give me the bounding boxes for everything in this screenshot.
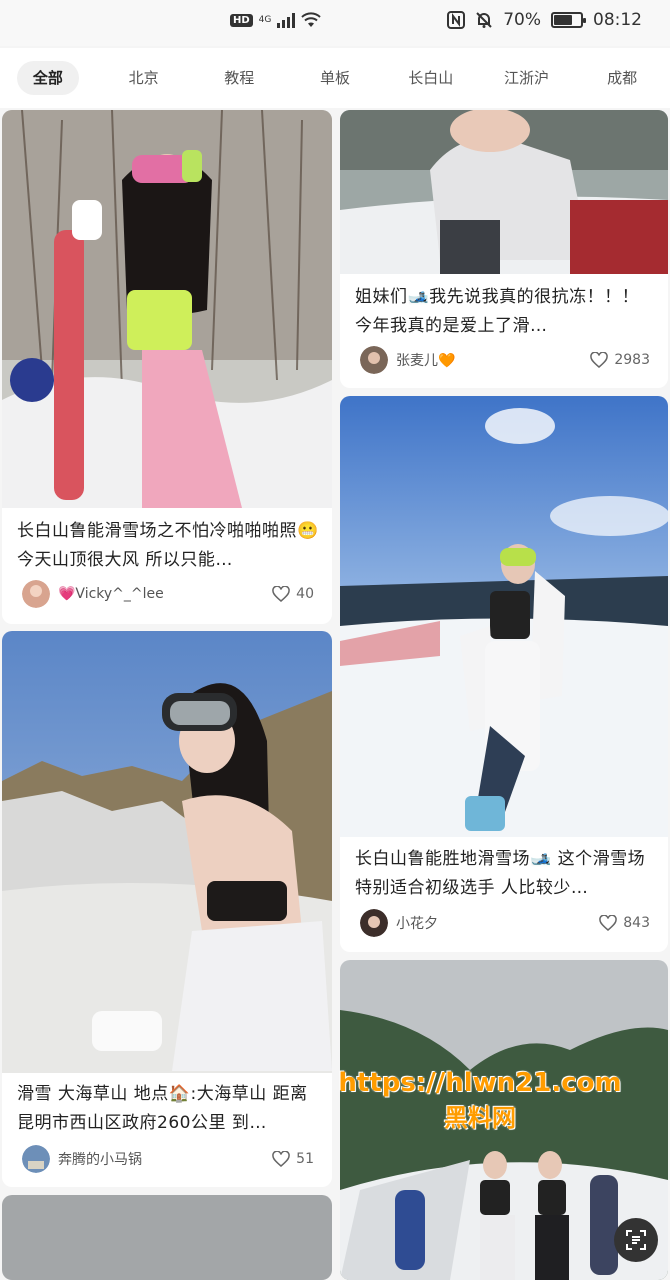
avatar — [22, 580, 50, 608]
tab-chengdu[interactable]: 成都 — [574, 58, 670, 98]
watermark-url: https://hlwn21.com — [338, 1068, 622, 1098]
battery-percent: 70% — [503, 10, 541, 30]
avatar — [360, 346, 388, 374]
tab-changbaishan[interactable]: 长白山 — [383, 58, 479, 98]
post-title: 长白山鲁能滑雪场之不怕冷啪啪啪照😬 今天山顶很大风 所以只能… — [17, 521, 319, 570]
scan-button[interactable] — [614, 1218, 658, 1262]
tab-jiangzhehu[interactable]: 江浙沪 — [479, 58, 575, 98]
post-title: 滑雪 大海草山 地点🏠:大海草山 距离昆明市西山区政府260公里 到… — [17, 1084, 308, 1133]
feed-card[interactable]: 长白山鲁能胜地滑雪场🎿 这个滑雪场特别适合初级选手 人比较少… 小花夕 843 — [340, 396, 668, 952]
post-meta: 💗Vicky^_^lee 40 — [22, 579, 314, 609]
post-image — [2, 1195, 332, 1280]
heart-icon — [272, 586, 290, 602]
like-count: 843 — [623, 915, 650, 931]
mute-bell-icon — [476, 12, 492, 28]
heart-icon — [272, 1151, 290, 1167]
like-button[interactable]: 843 — [599, 915, 650, 931]
post-image — [340, 110, 668, 274]
scan-icon — [626, 1230, 646, 1250]
tab-label: 全部 — [16, 61, 79, 95]
heart-icon — [590, 352, 609, 368]
author-name: 奔腾的小马锅 — [58, 1152, 142, 1168]
tab-label: 长白山 — [408, 69, 454, 87]
tab-label: 北京 — [128, 69, 159, 87]
status-left: HD 4G — [230, 12, 322, 28]
watermark-name: 黑料网 — [444, 1104, 516, 1132]
network-label: 4G — [258, 15, 272, 25]
like-count: 51 — [296, 1151, 314, 1167]
hd-badge: HD — [230, 13, 253, 27]
nfc-icon — [447, 11, 466, 29]
tab-snowboard[interactable]: 单板 — [287, 58, 383, 98]
wifi-icon — [301, 12, 322, 27]
tab-label: 教程 — [224, 69, 255, 87]
post-title: 长白山鲁能胜地滑雪场🎿 这个滑雪场特别适合初级选手 人比较少… — [355, 849, 646, 898]
post-meta: 张麦儿🧡 2983 — [360, 345, 650, 375]
like-count: 2983 — [614, 352, 650, 368]
heart-icon — [599, 915, 618, 931]
post-image — [2, 110, 332, 508]
signal-icon — [277, 12, 296, 28]
tab-beijing[interactable]: 北京 — [96, 58, 192, 98]
author-name: 张麦儿🧡 — [396, 353, 456, 369]
watermark: https://hlwn21.com 黑料网 — [330, 1068, 630, 1133]
tab-label: 单板 — [320, 69, 351, 87]
status-right: 70% 08:12 — [447, 10, 642, 30]
like-button[interactable]: 40 — [272, 586, 314, 602]
feed-card[interactable] — [2, 1195, 332, 1280]
battery-icon — [551, 12, 586, 28]
tab-label: 成都 — [607, 69, 638, 87]
feed-card[interactable]: 长白山鲁能滑雪场之不怕冷啪啪啪照😬 今天山顶很大风 所以只能… 💗Vicky^_… — [2, 110, 332, 624]
feed-card[interactable]: 姐妹们🎿我先说我真的很抗冻！！！ 今年我真的是爱上了滑… 张麦儿🧡 2983 — [340, 110, 668, 388]
author-name: 小花夕 — [396, 916, 438, 932]
status-bar: HD 4G 70% 08:12 — [0, 0, 670, 46]
like-count: 40 — [296, 586, 314, 602]
post-title: 姐妹们🎿我先说我真的很抗冻！！！ 今年我真的是爱上了滑… — [355, 287, 640, 336]
tab-tutorial[interactable]: 教程 — [191, 58, 287, 98]
clock: 08:12 — [593, 10, 642, 30]
post-meta: 小花夕 843 — [360, 908, 650, 938]
like-button[interactable]: 2983 — [590, 352, 650, 368]
feed-card[interactable]: 滑雪 大海草山 地点🏠:大海草山 距离昆明市西山区政府260公里 到… 奔腾的小… — [2, 631, 332, 1187]
post-image — [2, 631, 332, 1073]
avatar — [22, 1145, 50, 1173]
author-name: 💗Vicky^_^lee — [58, 586, 164, 602]
like-button[interactable]: 51 — [272, 1151, 314, 1167]
post-image — [340, 396, 668, 837]
avatar — [360, 909, 388, 937]
post-meta: 奔腾的小马锅 51 — [22, 1144, 314, 1174]
tab-all[interactable]: 全部 — [0, 58, 96, 98]
category-tabs: 全部 北京 教程 单板 长白山 江浙沪 成都 — [0, 48, 670, 108]
tab-label: 江浙沪 — [503, 69, 549, 87]
